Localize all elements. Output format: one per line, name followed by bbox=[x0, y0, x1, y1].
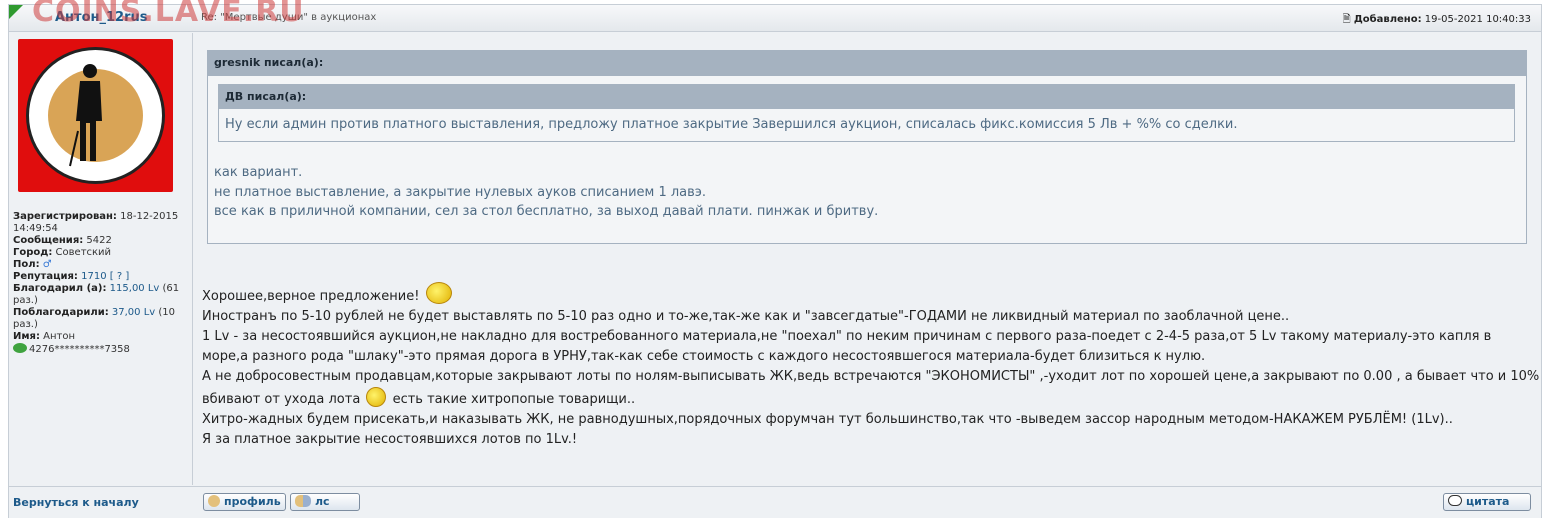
nested-quote-block: ДВ писал(а): Ну если админ против платно… bbox=[218, 84, 1515, 142]
nested-quote-author: ДВ писал(а): bbox=[219, 85, 1514, 109]
nested-quote-text: Ну если админ против платного выставлени… bbox=[225, 117, 1238, 132]
message-line: Хорошее,верное предложение! bbox=[202, 282, 1540, 307]
reputation-help-link[interactable]: [ ? ] bbox=[110, 271, 129, 282]
message-line: Я за платное закрытие несостоявшихся лот… bbox=[202, 432, 578, 447]
grinning-smiley-icon bbox=[366, 387, 387, 407]
gender-label: Пол: bbox=[13, 259, 40, 270]
profile-button[interactable]: профиль bbox=[203, 493, 286, 511]
added-label: Добавлено: bbox=[1353, 14, 1422, 25]
thanked-value[interactable]: 115,00 Lv bbox=[110, 283, 160, 294]
quote-text: как вариант. не платное выставление, а з… bbox=[214, 163, 878, 222]
thanks-label: Поблагодарили: bbox=[13, 307, 109, 318]
quote-author: gresnik писал(а): bbox=[208, 51, 1526, 76]
author-sidebar: Зарегистрирован: 18-12-2015 14:49:54 Соо… bbox=[9, 33, 193, 485]
city-label: Город: bbox=[13, 247, 53, 258]
post-date: 🗎 Добавлено: 19-05-2021 10:40:33 bbox=[1343, 12, 1531, 29]
user-icon bbox=[208, 495, 220, 507]
quote-button[interactable]: цитата bbox=[1443, 493, 1531, 511]
post-subject: Re: "Мертвые души" в аукционах bbox=[201, 12, 377, 23]
forum-post: Антон_12rus Re: "Мертвые души" в аукцион… bbox=[8, 4, 1542, 518]
message-line: Иностранъ по 5-10 рублей не будет выстав… bbox=[202, 309, 1290, 324]
message-line: 1 Lv - за несостоявшийся аукцион,не накл… bbox=[202, 329, 1492, 364]
thumbs-up-smiley-icon bbox=[425, 282, 452, 304]
author-profile: Зарегистрирован: 18-12-2015 14:49:54 Соо… bbox=[13, 211, 191, 356]
name-value: Антон bbox=[43, 331, 76, 342]
thanks-value[interactable]: 37,00 Lv bbox=[112, 307, 155, 318]
document-icon: 🗎 bbox=[1342, 14, 1351, 25]
quote-line: как вариант. bbox=[214, 165, 303, 180]
card-value: 4276**********7358 bbox=[29, 344, 130, 355]
quote-line: все как в приличной компании, сел за сто… bbox=[214, 204, 879, 219]
avatar[interactable] bbox=[18, 39, 173, 192]
reputation-value[interactable]: 1710 bbox=[81, 271, 106, 282]
bank-card-icon bbox=[13, 343, 27, 353]
back-to-top-link[interactable]: Вернуться к началу bbox=[13, 496, 139, 509]
post-author[interactable]: Антон_12rus bbox=[55, 10, 148, 25]
quote-block: gresnik писал(а): ДВ писал(а): Ну если а… bbox=[207, 50, 1527, 244]
male-icon: ♂ bbox=[42, 259, 52, 270]
message-line: А не добросовестным продавцам,которые за… bbox=[202, 369, 1540, 407]
city-value: Советский bbox=[55, 247, 112, 258]
post-footer: Вернуться к началу профиль лс цитата bbox=[9, 486, 1541, 518]
name-label: Имя: bbox=[13, 331, 40, 342]
post-header: Антон_12rus Re: "Мертвые души" в аукцион… bbox=[9, 5, 1541, 32]
users-icon bbox=[295, 495, 311, 507]
post-corner-marker bbox=[9, 5, 23, 19]
message-body: Хорошее,верное предложение! Иностранъ по… bbox=[202, 282, 1540, 450]
quote-line: не платное выставление, а закрытие нулев… bbox=[214, 184, 707, 200]
messages-label: Сообщения: bbox=[13, 235, 84, 246]
private-message-button[interactable]: лс bbox=[290, 493, 360, 511]
reputation-label: Репутация: bbox=[13, 271, 78, 282]
added-value: 19-05-2021 10:40:33 bbox=[1424, 14, 1531, 25]
messages-value: 5422 bbox=[86, 235, 112, 246]
prospector-silhouette-icon bbox=[69, 64, 102, 167]
post-content: gresnik писал(а): ДВ писал(а): Ну если а… bbox=[194, 33, 1541, 485]
speech-bubble-icon bbox=[1448, 495, 1462, 506]
message-line: Хитро-жадных будем присекать,и наказыват… bbox=[202, 412, 1453, 427]
thanked-label: Благодарил (а): bbox=[13, 283, 107, 294]
registered-label: Зарегистрирован: bbox=[13, 211, 117, 222]
